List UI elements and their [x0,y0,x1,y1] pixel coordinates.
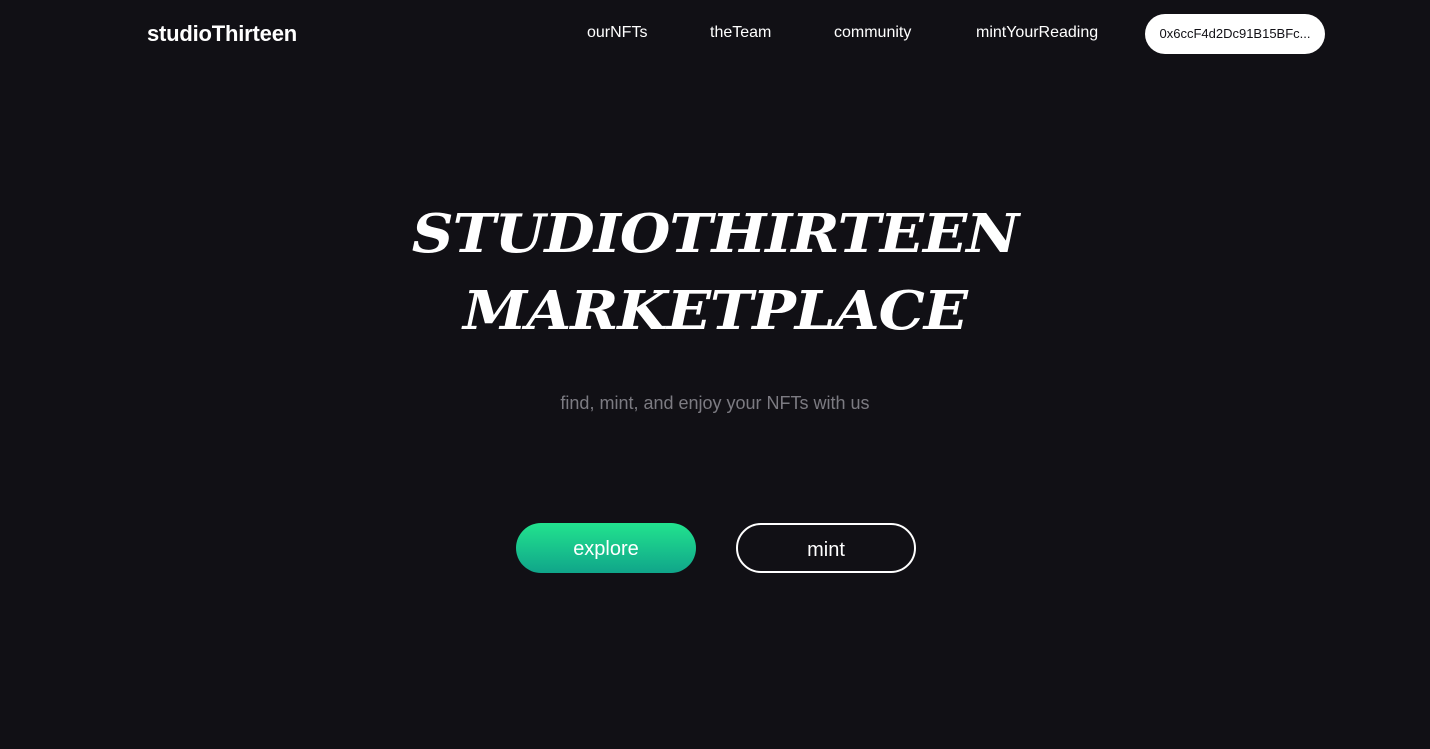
nav-link-mint-your-reading[interactable]: mintYourReading [976,24,1098,42]
wallet-address-button[interactable]: 0x6ccF4d2Dc91B15BFc... [1145,14,1325,54]
page: studioThirteen ourNFTs theTeam community… [0,0,1430,749]
nav-link-our-nfts[interactable]: ourNFTs [587,24,647,42]
mint-button[interactable]: mint [736,523,916,573]
nav-link-the-team[interactable]: theTeam [710,24,771,42]
hero-title-line-2: marketplace [463,279,968,342]
explore-button[interactable]: explore [516,523,696,573]
navbar: studioThirteen ourNFTs theTeam community… [0,0,1430,68]
hero-title-line-1: studioThirteen [411,202,1019,265]
hero-tagline: find, mint, and enjoy your NFTs with us [560,393,870,413]
hero-title: studioThirteen marketplace [0,195,1430,350]
nav-link-community[interactable]: community [834,24,911,42]
